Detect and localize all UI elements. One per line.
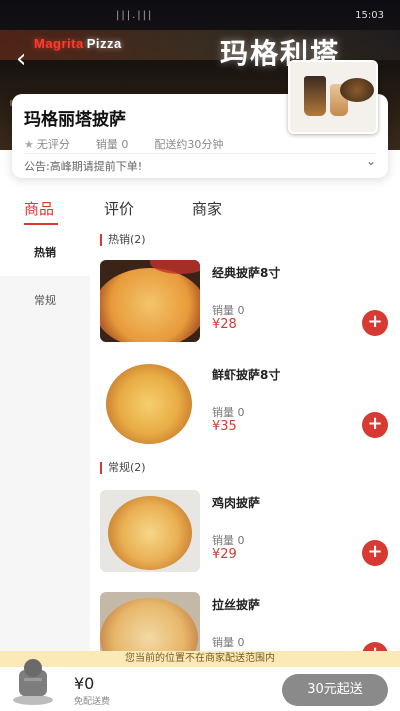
product-price: ¥35 bbox=[212, 419, 237, 434]
product-sales: 销量 0 bbox=[212, 636, 245, 649]
product-sales: 销量 0 bbox=[212, 534, 245, 547]
product-price: ¥29 bbox=[212, 547, 237, 562]
cart-icon[interactable] bbox=[10, 656, 56, 706]
store-tabs: 商品 评价 商家 bbox=[0, 198, 400, 228]
store-sales: 销量 0 bbox=[95, 138, 129, 151]
status-time: 15:03 bbox=[355, 10, 384, 21]
product-price: ¥28 bbox=[212, 317, 237, 332]
section-header-regular: 常规(2) bbox=[100, 462, 146, 474]
product-image bbox=[100, 490, 200, 572]
product-item[interactable]: 鸡肉披萨 销量 0 ¥29 + bbox=[100, 490, 390, 580]
product-name: 鲜虾披萨8寸 bbox=[212, 368, 281, 382]
product-name: 鸡肉披萨 bbox=[212, 496, 261, 510]
rating-info: ★ 无评分 bbox=[24, 136, 70, 152]
tab-products[interactable]: 商品 bbox=[24, 198, 54, 219]
food-bowl-shape bbox=[340, 78, 374, 102]
star-icon: ★ bbox=[24, 137, 34, 151]
product-name: 经典披萨8寸 bbox=[212, 266, 281, 280]
delivery-time: 配送约30分钟 bbox=[154, 138, 224, 151]
sign-en-right: Pizza bbox=[86, 36, 122, 51]
back-icon[interactable]: ‹ bbox=[16, 46, 42, 72]
category-item-regular[interactable]: 常规 bbox=[0, 276, 90, 324]
chevron-down-icon[interactable]: ⌄ bbox=[366, 154, 376, 168]
checkout-button[interactable]: 30元起送 bbox=[282, 674, 388, 706]
delivery-range-banner: 您当前的位置不在商家配送范围内 bbox=[0, 651, 400, 667]
store-logo bbox=[288, 60, 378, 134]
active-tab-indicator bbox=[24, 223, 58, 225]
product-item[interactable]: 鲜虾披萨8寸 销量 0 ¥35 + bbox=[100, 362, 390, 452]
rating-text: 无评分 bbox=[36, 138, 70, 151]
drink-cup-shape bbox=[304, 76, 326, 116]
store-notice: 公告:高峰期请提前下单! bbox=[24, 160, 143, 173]
product-image bbox=[100, 362, 200, 444]
store-meta: ★ 无评分 销量 0 配送约30分钟 bbox=[24, 136, 249, 152]
tab-merchant[interactable]: 商家 bbox=[192, 198, 222, 219]
product-image bbox=[100, 260, 200, 342]
product-image bbox=[100, 592, 200, 658]
cart-total: ¥0 bbox=[74, 674, 95, 693]
section-header-hot: 热销(2) bbox=[100, 234, 146, 246]
product-sales: 销量 0 bbox=[212, 304, 245, 317]
tab-reviews[interactable]: 评价 bbox=[104, 198, 134, 219]
delivery-fee: 免配送费 bbox=[74, 697, 111, 707]
product-sales: 销量 0 bbox=[212, 406, 245, 419]
product-name: 拉丝披萨 bbox=[212, 598, 261, 612]
product-item[interactable]: 拉丝披萨 销量 0 + bbox=[100, 592, 390, 658]
store-name: 玛格丽塔披萨 bbox=[24, 110, 126, 130]
add-to-cart-button[interactable]: + bbox=[362, 540, 388, 566]
signal-icon: |||.||| bbox=[116, 10, 154, 21]
card-divider bbox=[24, 153, 376, 154]
status-bar: |||.||| 15:03 bbox=[0, 10, 400, 26]
add-to-cart-button[interactable]: + bbox=[362, 412, 388, 438]
store-sign-english: Magrita Pizza bbox=[34, 36, 122, 51]
product-item[interactable]: 经典披萨8寸 销量 0 ¥28 + bbox=[100, 260, 390, 350]
product-list: 热销(2) 经典披萨8寸 销量 0 ¥28 + 鲜虾披萨8寸 销量 0 ¥35 … bbox=[90, 228, 400, 658]
add-to-cart-button[interactable]: + bbox=[362, 310, 388, 336]
category-list: 热销 常规 bbox=[0, 228, 90, 658]
category-item-hot[interactable]: 热销 bbox=[0, 228, 90, 276]
